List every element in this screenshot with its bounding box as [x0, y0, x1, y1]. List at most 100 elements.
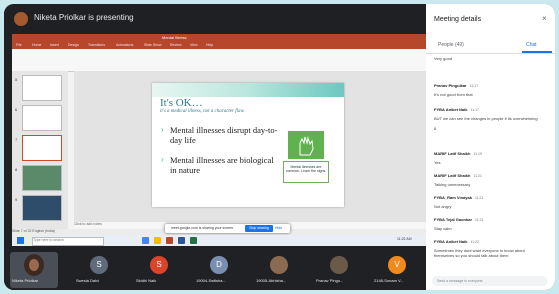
message-sender: MARIF Latif Shaikh — [434, 173, 471, 178]
chat-input[interactable]: Send a message to everyone — [432, 276, 548, 286]
message-time: 11:17 — [470, 108, 480, 112]
ppt-titlebar: Mental Illness — [12, 34, 426, 42]
word-icon[interactable] — [178, 237, 185, 244]
message-sender: MARIF Latif Shaikh — [434, 151, 471, 156]
chat-message: FYBA Tejal Gaonkar 11:21 Stay calm — [434, 208, 484, 231]
windows-taskbar: Type here to search 11:22 AM — [12, 235, 426, 246]
slide-thumbnail[interactable] — [22, 165, 62, 191]
ppt-tab[interactable]: Design — [68, 43, 79, 47]
participant-avatar: D — [210, 256, 228, 274]
participant-name: Siddhi Naik — [136, 278, 157, 283]
ppt-tab[interactable]: Help — [206, 43, 213, 47]
shared-screen: Mental Illness File Home Insert Design T… — [12, 34, 426, 246]
ppt-tab[interactable]: View — [190, 43, 198, 47]
slide-header-wave — [152, 83, 344, 97]
meeting-details-panel: Meeting details × People (49) Chat Very … — [426, 4, 555, 290]
ppt-tab[interactable]: Review — [170, 43, 181, 47]
participant-tile[interactable]: 19005-Abhisha... — [254, 248, 306, 288]
chat-input-placeholder: Send a message to everyone — [437, 279, 483, 283]
message-time: 11:21 — [473, 174, 482, 178]
message-time: 11:21 — [474, 196, 484, 200]
close-icon[interactable]: × — [542, 14, 547, 23]
ppt-tab[interactable]: Slide Show — [144, 43, 162, 47]
message-text: It's not good from that — [434, 92, 473, 97]
participant-tile[interactable]: S Swesla Dalvi — [74, 248, 126, 288]
participant-name: 19005-Abhisha... — [256, 278, 287, 283]
chat-messages: Very good Pranav Pingulkar 11:17 It's not… — [434, 56, 550, 276]
ppt-tab[interactable]: Transitions — [88, 43, 105, 47]
slide-thumbnail[interactable] — [22, 195, 62, 221]
message-sender: FYBA Aniket Naik — [434, 107, 468, 112]
participant-avatar — [270, 256, 288, 274]
chat-message: MARIF Latif Shaikh 11:21 Talking unnecess… — [434, 164, 482, 187]
message-text: 8 — [434, 126, 437, 131]
ppt-title: Mental Illness — [162, 35, 187, 40]
folder-icon[interactable] — [154, 237, 161, 244]
participant-name: Pranav Pingu... — [316, 278, 344, 283]
participant-tile[interactable]: Niketa Priolkar — [4, 248, 58, 288]
slide-bullet: Mental illnesses are biological in natur… — [170, 155, 274, 175]
message-time: 11:19 — [473, 152, 482, 156]
slide-thumbnails: 5 6 7 8 9 — [12, 71, 68, 229]
ppt-tab[interactable]: File — [16, 43, 22, 47]
participant-tile[interactable]: V 2148-Sonam V... — [372, 248, 424, 288]
presenting-label: Niketa Priolkar is presenting — [34, 13, 134, 22]
slide-subtitle: it's a medical illness, not a character … — [160, 109, 245, 114]
chat-message: Very good — [434, 56, 452, 61]
chat-message: FYBA Aniket Naik 11:17 BUT we can see the… — [434, 98, 546, 121]
participant-avatar: S — [90, 256, 108, 274]
message-sender: FYBA_Ram Vinayak — [434, 195, 472, 200]
slide-number: 9 — [15, 197, 18, 202]
windows-start-icon[interactable] — [17, 237, 24, 244]
ppt-tab[interactable]: Insert — [50, 43, 59, 47]
participant-avatar — [330, 256, 348, 274]
slide-thumbnail[interactable] — [22, 105, 62, 131]
taskbar-search[interactable]: Type here to search — [32, 237, 104, 246]
hide-button[interactable]: Hide — [275, 226, 282, 230]
slide-number: 7 — [15, 137, 18, 142]
participant-tile[interactable]: Pranav Pingu... — [314, 248, 366, 288]
chrome-icon[interactable] — [142, 237, 149, 244]
presenter-avatar — [14, 12, 28, 26]
ppt-tab[interactable]: Animations — [116, 43, 133, 47]
bullet-icon: › — [161, 125, 164, 134]
chat-message: MARIF Latif Shaikh 11:19 Yes — [434, 142, 482, 165]
chat-message: FYBA Aniket Naik 11:22 Sometimes they don… — [434, 230, 546, 258]
excel-icon[interactable] — [190, 237, 197, 244]
message-sender: Pranav Pingulkar — [434, 83, 467, 88]
search-placeholder: Type here to search — [33, 238, 64, 242]
sharing-popup: meet.google.com is sharing your screen. … — [165, 224, 290, 233]
slide-thumbnail[interactable] — [22, 75, 62, 101]
stop-sharing-button[interactable]: Stop sharing — [245, 225, 273, 232]
participant-avatar: V — [388, 256, 406, 274]
participant-avatar: S — [150, 256, 168, 274]
slide-title: It's OK… — [160, 97, 203, 109]
bullet-icon: › — [161, 155, 164, 164]
participant-name: 2148-Sonam V... — [374, 278, 404, 283]
hand-image — [288, 131, 324, 159]
chat-message: 8 — [434, 126, 436, 131]
slide-thumbnail-selected[interactable] — [22, 135, 62, 161]
slide-caption: Mental illnesses are common. Learn the s… — [283, 161, 329, 183]
presenting-bar: Niketa Priolkar is presenting — [4, 4, 426, 34]
panel-divider — [426, 53, 555, 54]
participant-tile[interactable]: D 19004-Swtlsha... — [194, 248, 246, 288]
tab-chat[interactable]: Chat — [526, 42, 537, 48]
message-time: 11:21 — [475, 218, 484, 222]
participant-name: 19004-Swtlsha... — [196, 278, 226, 283]
participant-tile[interactable]: S Siddhi Naik — [134, 248, 186, 288]
tab-people[interactable]: People (49) — [438, 42, 464, 48]
sharing-message: meet.google.com is sharing your screen. — [171, 226, 235, 230]
taskbar-clock: 11:22 AM — [397, 237, 412, 241]
ppt-tab[interactable]: Home — [32, 43, 41, 47]
ppt-ribbon — [12, 49, 426, 72]
message-sender: FYBA Aniket Naik — [434, 239, 468, 244]
message-sender: FYBA Tejal Gaonkar — [434, 217, 473, 222]
powerpoint-icon[interactable] — [166, 237, 173, 244]
meet-window: Niketa Priolkar is presenting Mental Ill… — [4, 4, 555, 290]
message-text: Very good — [434, 56, 453, 61]
current-slide: It's OK… it's a medical illness, not a c… — [152, 83, 344, 207]
message-text: BUT we can see the changes in people if … — [434, 116, 538, 121]
slide-canvas: It's OK… it's a medical illness, not a c… — [74, 71, 426, 229]
participant-name: Swesla Dalvi — [76, 278, 99, 283]
